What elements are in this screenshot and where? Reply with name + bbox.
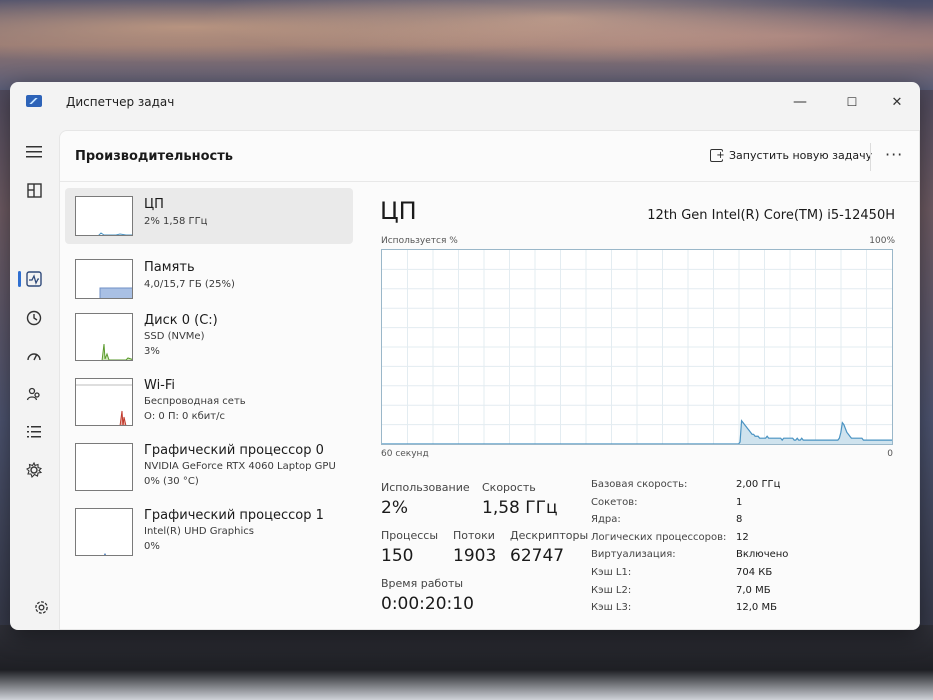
processes-icon[interactable] — [22, 178, 46, 202]
perf-item-name: ЦП — [144, 197, 164, 212]
maximize-button[interactable]: ☐ — [832, 88, 872, 116]
perf-item-gpu-0[interactable]: Графический процессор 0 NVIDIA GeForce R… — [65, 439, 353, 495]
processes-label: Процессы — [381, 529, 439, 542]
spec-value: 12 — [736, 531, 749, 543]
perf-item-name: Wi-Fi — [144, 378, 176, 393]
gpu0-thumbnail-graph — [75, 443, 133, 491]
spec-value: Включено — [736, 549, 789, 561]
window-title: Диспетчер задач — [66, 95, 175, 109]
spec-value: 8 — [736, 514, 743, 526]
threads-label: Потоки — [453, 529, 495, 542]
performance-list: ЦП 2% 1,58 ГГц Память 4,0/15,7 ГБ (25%) … — [65, 188, 355, 628]
perf-item-detail-2: 3% — [144, 346, 160, 357]
usage-label: Использование — [381, 481, 470, 494]
speed-value: 1,58 ГГц — [482, 498, 558, 518]
menu-icon[interactable] — [22, 140, 46, 164]
perf-item-name: Память — [144, 260, 195, 275]
handles-value: 62747 — [510, 546, 565, 566]
title-bar[interactable]: Диспетчер задач — ☐ ✕ — [10, 82, 920, 122]
graph-y-label: Используется % — [381, 236, 458, 246]
processes-value: 150 — [381, 546, 414, 566]
services-icon[interactable] — [22, 458, 46, 482]
spec-label: Кэш L1: — [591, 567, 632, 578]
spec-value: 704 КБ — [736, 567, 773, 578]
perf-item-detail: 4,0/15,7 ГБ (25%) — [144, 279, 235, 290]
disk-thumbnail-graph — [75, 313, 133, 361]
task-manager-window: Диспетчер задач — ☐ ✕ Производительность… — [10, 82, 920, 630]
header-divider — [870, 143, 871, 171]
perf-item-name: Диск 0 (C:) — [144, 313, 218, 328]
perf-item-wifi[interactable]: Wi-Fi Беспроводная сеть О: 0 П: 0 кбит/с — [65, 374, 353, 430]
graph-max-label: 100% — [869, 236, 895, 246]
handles-label: Дескрипторы — [510, 529, 589, 542]
spec-value: 1 — [736, 496, 743, 508]
graph-x-left-label: 60 секунд — [381, 449, 429, 459]
task-manager-app-icon — [26, 95, 42, 107]
run-new-task-label: Запустить новую задачу — [729, 149, 873, 162]
spec-label: Базовая скорость: — [591, 479, 688, 490]
new-task-icon — [710, 149, 725, 162]
main-content: Производительность Запустить новую задач… — [59, 130, 920, 630]
spec-value: 2,00 ГГц — [736, 479, 781, 490]
cpu-detail-panel: ЦП 12th Gen Intel(R) Core(TM) i5-12450H … — [375, 191, 915, 630]
perf-item-detail-2: 0% — [144, 541, 160, 552]
perf-item-name: Графический процессор 1 — [144, 508, 324, 523]
spec-label: Кэш L2: — [591, 584, 632, 596]
cpu-thumbnail-graph — [75, 196, 133, 236]
speed-label: Скорость — [482, 481, 536, 494]
threads-value: 1903 — [453, 546, 497, 566]
run-new-task-button[interactable]: Запустить новую задачу — [710, 149, 872, 162]
perf-item-detail-2: 0% (30 °C) — [144, 476, 199, 487]
page-title: Производительность — [75, 149, 234, 164]
perf-item-cpu[interactable]: ЦП 2% 1,58 ГГц — [65, 188, 353, 244]
memory-thumbnail-graph — [75, 259, 133, 299]
spec-label: Ядра: — [591, 514, 621, 526]
perf-item-detail: 2% 1,58 ГГц — [144, 216, 208, 227]
perf-item-detail-2: О: 0 П: 0 кбит/с — [144, 411, 225, 422]
more-options-button[interactable]: ··· — [885, 145, 903, 164]
spec-label: Сокетов: — [591, 496, 638, 508]
usage-value: 2% — [381, 498, 408, 518]
cpu-usage-graph — [381, 249, 893, 445]
wallpaper-ground — [0, 625, 933, 700]
wallpaper-sky — [0, 0, 933, 90]
settings-icon[interactable] — [34, 600, 49, 619]
spec-value: 12,0 МБ — [736, 602, 777, 614]
perf-item-memory[interactable]: Память 4,0/15,7 ГБ (25%) — [65, 251, 353, 307]
perf-item-detail: Intel(R) UHD Graphics — [144, 526, 254, 537]
cpu-usage-graph-svg — [382, 250, 892, 445]
spec-label: Логических процессоров: — [591, 531, 727, 543]
cpu-model-name: 12th Gen Intel(R) Core(TM) i5-12450H — [647, 208, 895, 223]
minimize-button[interactable]: — — [780, 88, 820, 116]
performance-icon[interactable] — [22, 267, 46, 291]
app-history-icon[interactable] — [22, 306, 46, 330]
wifi-thumbnail-graph — [75, 378, 133, 426]
users-icon[interactable] — [22, 382, 46, 406]
spec-label: Виртуализация: — [591, 549, 676, 561]
perf-item-detail: Беспроводная сеть — [144, 396, 246, 407]
perf-item-name: Графический процессор 0 — [144, 443, 324, 458]
gpu1-thumbnail-graph — [75, 508, 133, 556]
startup-apps-icon[interactable] — [22, 344, 46, 368]
sidebar-nav — [10, 130, 58, 630]
perf-item-disk[interactable]: Диск 0 (C:) SSD (NVMe) 3% — [65, 309, 353, 365]
uptime-label: Время работы — [381, 577, 464, 590]
graph-x-right-label: 0 — [887, 449, 893, 459]
spec-value: 7,0 МБ — [736, 584, 771, 596]
header-separator — [60, 181, 920, 182]
uptime-value: 0:00:20:10 — [381, 594, 474, 614]
active-nav-indicator — [18, 271, 21, 287]
perf-item-detail: SSD (NVMe) — [144, 331, 205, 342]
perf-item-gpu-1[interactable]: Графический процессор 1 Intel(R) UHD Gra… — [65, 504, 353, 560]
perf-item-detail: NVIDIA GeForce RTX 4060 Laptop GPU — [144, 461, 336, 472]
cpu-heading: ЦП — [380, 197, 417, 225]
spec-label: Кэш L3: — [591, 602, 632, 614]
close-button[interactable]: ✕ — [877, 88, 917, 116]
details-icon[interactable] — [22, 420, 46, 444]
